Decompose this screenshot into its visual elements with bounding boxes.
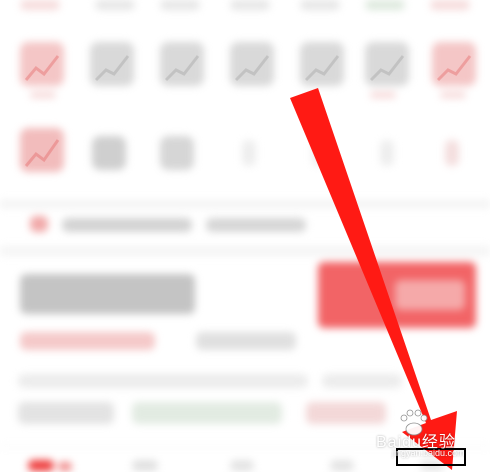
annotation-overlay bbox=[24, 55, 472, 470]
pointer-arrow bbox=[290, 88, 457, 470]
watermark-url: jingyan.baidu.com bbox=[392, 448, 465, 458]
chart-up-icon bbox=[24, 55, 472, 167]
